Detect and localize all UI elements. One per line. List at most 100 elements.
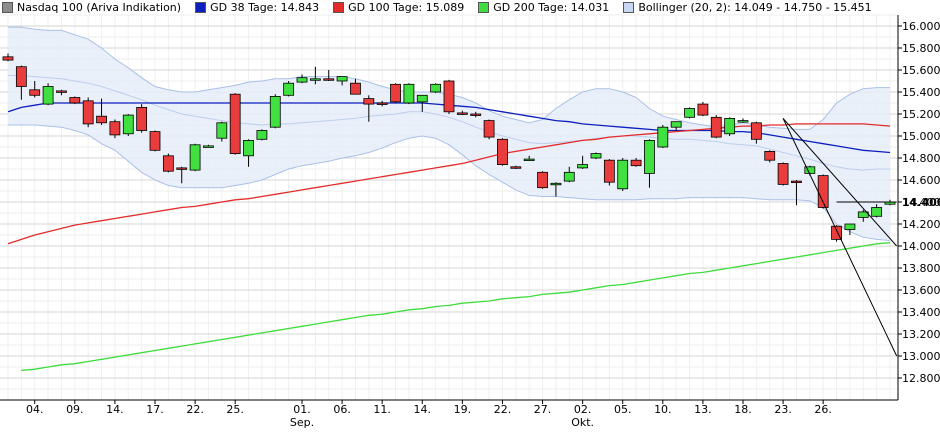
x-month-label: Okt. <box>571 416 594 429</box>
x-tick-label: 11. <box>373 403 391 416</box>
candle-up <box>617 159 629 190</box>
candle-down <box>497 138 508 166</box>
candle-up <box>216 122 228 139</box>
candle-down <box>363 98 375 105</box>
legend-label: GD 100 Tage: 15.089 <box>348 0 465 14</box>
x-tick-label: 18. <box>734 403 752 416</box>
y-tick-label: 16.000 <box>902 20 940 33</box>
candle-down <box>229 93 241 154</box>
x-tick-label: 25. <box>226 403 244 416</box>
y-tick-label: 14.800 <box>902 152 940 165</box>
candle-down <box>443 80 455 113</box>
candle-down <box>710 116 722 138</box>
candle-down <box>29 89 41 96</box>
candle-down <box>630 159 642 167</box>
y-tick-label: 15.000 <box>902 130 940 143</box>
legend-label: Bollinger (20, 2): 14.049 - 14.750 - 15.… <box>638 0 872 14</box>
candle-up <box>684 108 695 118</box>
legend: Nasdaq 100 (Ariva Indikation) GD 38 Tage… <box>2 0 886 14</box>
legend-label: Nasdaq 100 (Ariva Indikation) <box>17 0 182 14</box>
candle-down <box>777 163 789 185</box>
candle-down <box>176 167 188 170</box>
candle-down <box>56 90 67 93</box>
candle-down <box>537 171 548 189</box>
candle-up <box>737 120 749 123</box>
legend-swatch <box>2 1 13 13</box>
y-tick-label: 13.600 <box>902 284 940 297</box>
candle-up <box>336 76 348 82</box>
x-tick-label: 02. <box>574 403 592 416</box>
candle-down <box>764 150 776 161</box>
candle-up <box>657 126 669 148</box>
x-tick-label: 14. <box>106 403 124 416</box>
x-tick-label: 09. <box>66 403 84 416</box>
candle-down <box>69 97 81 104</box>
candle-up <box>550 182 562 186</box>
candle-down <box>483 120 495 138</box>
legend-swatch <box>623 1 635 13</box>
candle-down <box>323 78 335 81</box>
x-tick-label: 17. <box>146 403 164 416</box>
candle-down <box>456 112 468 115</box>
y-tick-label: 14.000 <box>902 240 940 253</box>
candle-up <box>644 139 655 174</box>
legend-item-bollinger: Bollinger (20, 2): 14.049 - 14.750 - 15.… <box>623 0 872 14</box>
candle-down <box>96 115 107 124</box>
candle-up <box>122 114 134 135</box>
candle-up <box>256 130 268 140</box>
x-axis: 04. 09. 14. 17. 22. 25. 01. 06. 11. 14. 19. 22. 27. 0… <box>0 399 898 429</box>
legend-label: GD 200 Tage: 14.031 <box>493 0 610 14</box>
y-tick-label: 13.000 <box>902 350 940 363</box>
candle-down <box>603 159 615 183</box>
legend-item-gd38: GD 38 Tage: 14.843 <box>195 0 319 14</box>
y-tick-label: 14.600 <box>902 174 940 187</box>
candle-up <box>203 145 214 148</box>
last-value-label: 14.400 <box>902 196 940 209</box>
x-tick-label: 19. <box>454 403 472 416</box>
candle-up <box>283 82 295 96</box>
legend-swatch <box>478 1 490 13</box>
x-tick-label: 23. <box>774 403 792 416</box>
y-tick-label: 12.800 <box>902 372 940 385</box>
x-tick-label: 01. <box>293 403 311 416</box>
candle-down <box>15 66 27 87</box>
x-tick-label: 22. <box>494 403 512 416</box>
legend-swatch <box>333 1 345 13</box>
y-tick-label: 13.400 <box>902 306 940 319</box>
candle-up <box>577 164 589 169</box>
legend-item-nasdaq: Nasdaq 100 (Ariva Indikation) <box>2 0 181 14</box>
y-tick-label: 15.400 <box>902 86 940 99</box>
candle-down <box>390 83 401 103</box>
candle-up <box>269 96 281 128</box>
candle-up <box>309 78 321 81</box>
y-tick-label: 13.800 <box>902 262 940 275</box>
candle-down <box>149 131 161 151</box>
candle-up <box>590 153 602 159</box>
x-tick-label: 10. <box>654 403 672 416</box>
candle-up <box>189 144 201 171</box>
candle-up <box>670 121 682 128</box>
candle-down <box>791 180 802 184</box>
chart-container: 16.000 15.800 15.600 15.400 15.200 15.000 14.8… <box>0 0 940 435</box>
legend-item-gd200: GD 200 Tage: 14.031 <box>478 0 609 14</box>
x-tick-label: 05. <box>614 403 632 416</box>
candle-up <box>243 139 254 157</box>
candle-down <box>510 166 522 169</box>
candle-down <box>376 102 388 105</box>
candle-down <box>82 100 94 125</box>
x-tick-label: 04. <box>26 403 44 416</box>
candle-up <box>523 158 535 162</box>
candle-down <box>350 82 361 95</box>
y-tick-label: 15.200 <box>902 108 940 121</box>
x-tick-label: 06. <box>333 403 351 416</box>
y-tick-label: 14.200 <box>902 218 940 231</box>
candle-up <box>403 83 415 104</box>
x-tick-label: 26. <box>814 403 832 416</box>
x-tick-label: 22. <box>186 403 204 416</box>
candle-down <box>697 103 709 116</box>
x-tick-label: 27. <box>534 403 552 416</box>
candle-down <box>2 56 14 61</box>
candle-up <box>844 223 856 230</box>
x-month-label: Sep. <box>290 416 314 429</box>
y-tick-label: 15.800 <box>902 42 940 55</box>
